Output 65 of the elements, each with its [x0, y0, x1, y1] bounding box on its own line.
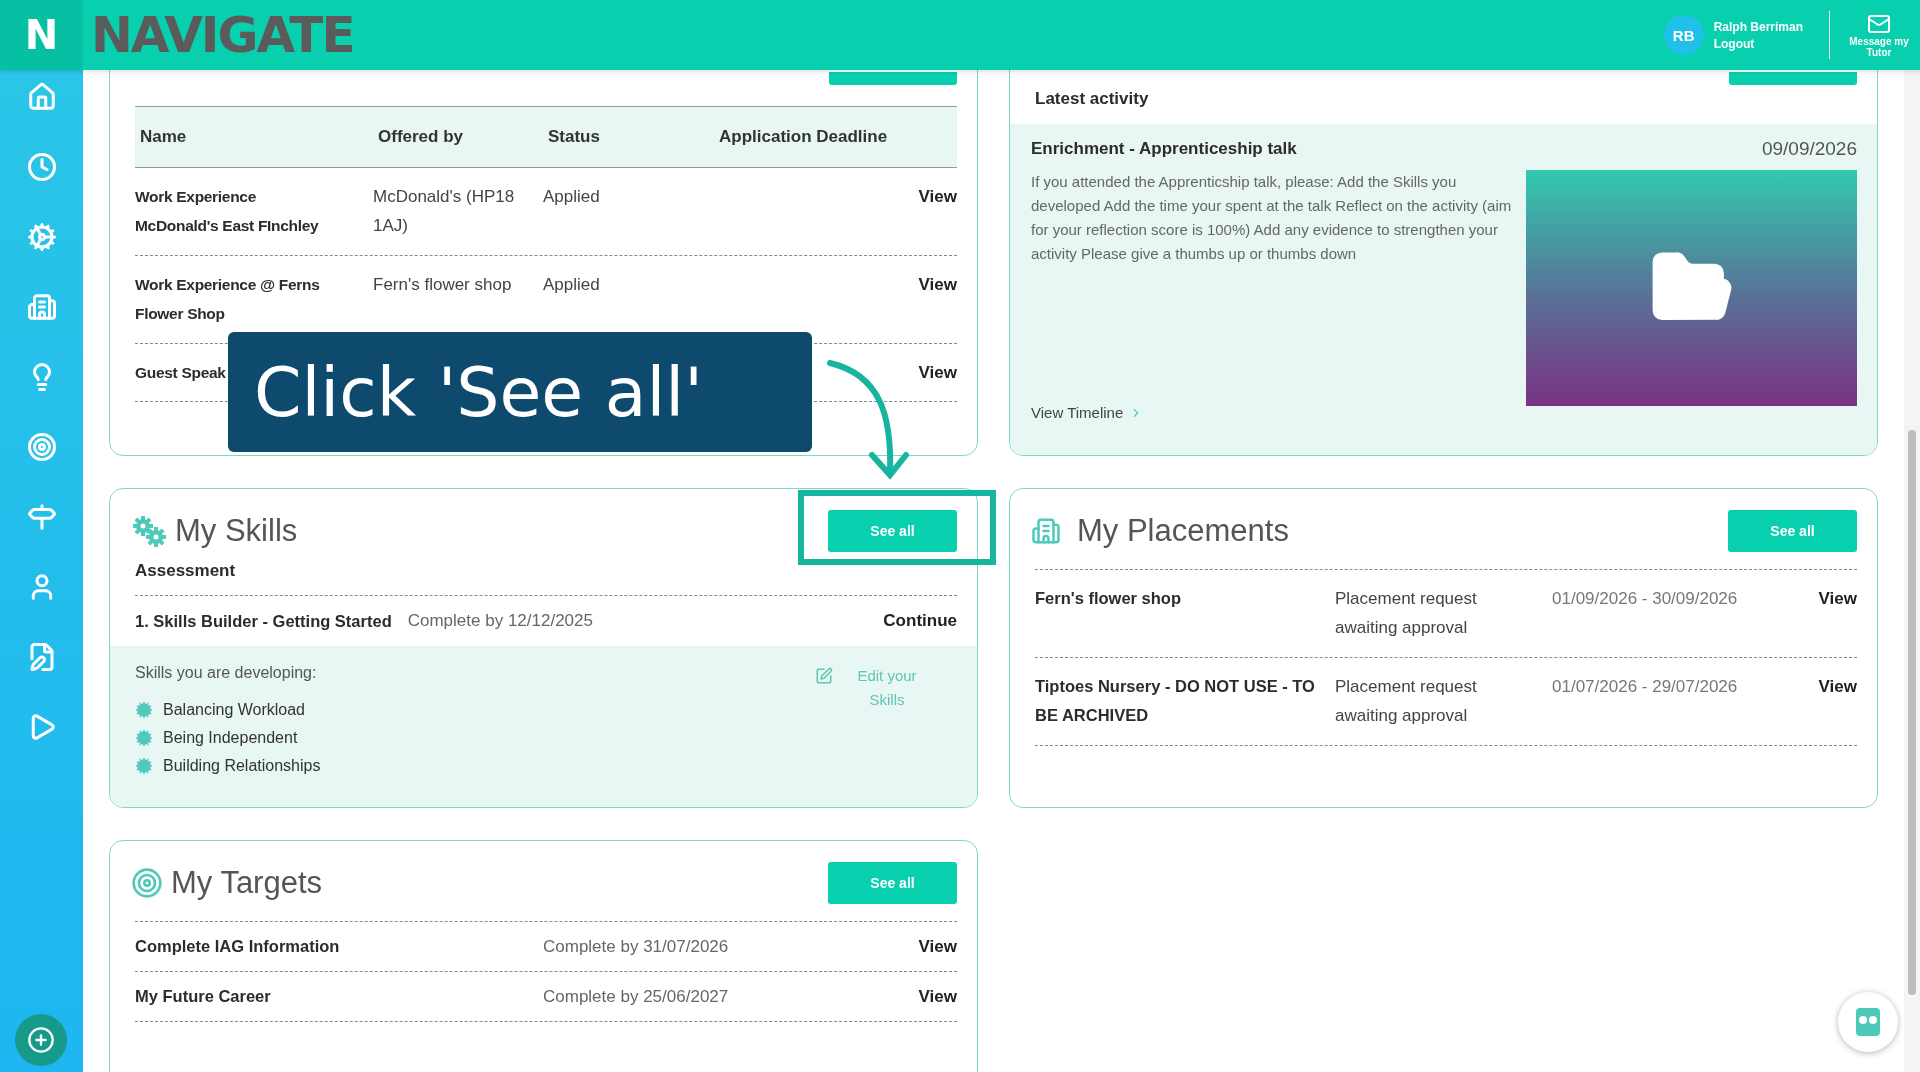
- target-icon: [26, 432, 57, 462]
- instruction-callout: Click 'See all': [228, 332, 812, 452]
- user-name: Ralph Berriman: [1713, 19, 1803, 34]
- column-header: Name: [140, 127, 188, 147]
- view-link[interactable]: View: [1818, 584, 1857, 613]
- activity-title: Enrichment - Apprenticeship talk: [1031, 139, 1297, 159]
- view-timeline-link[interactable]: View Timeline: [1031, 404, 1144, 421]
- add-button[interactable]: [15, 1014, 67, 1066]
- view-link[interactable]: View: [918, 982, 957, 1011]
- skill-name: Building Relationships: [163, 757, 321, 775]
- target-icon: [131, 867, 163, 899]
- activity-date: 09/09/2026: [1761, 138, 1857, 160]
- card-title: My Targets: [171, 865, 323, 901]
- view-link[interactable]: View: [1818, 672, 1857, 701]
- home-icon: [26, 82, 57, 112]
- view-link[interactable]: View: [918, 182, 957, 211]
- placement-name: Tiptoes Nursery - DO NOT USE - TO BE ARCHIVED: [1035, 676, 1316, 726]
- column-header: Application Deadline: [719, 127, 889, 147]
- gear-icon: [135, 729, 153, 747]
- column-header: Offered by: [378, 127, 465, 147]
- gear-icon: [135, 757, 153, 775]
- card-title: My Placements: [1077, 513, 1289, 549]
- section-label: Latest activity: [1035, 89, 1150, 109]
- view-link[interactable]: View: [918, 270, 957, 299]
- due-date: Complete by 31/07/2026: [543, 936, 730, 958]
- view-link[interactable]: View: [918, 932, 957, 961]
- gear-icon: [135, 701, 153, 719]
- chat-assistant-button[interactable]: [1838, 992, 1898, 1052]
- placement-dates: 01/07/2026 - 29/07/2026: [1552, 676, 1739, 698]
- view-link[interactable]: View: [918, 358, 957, 387]
- table-cell-text: Guest Speak: [135, 363, 227, 383]
- placement-name: Fern's flower shop: [1035, 588, 1183, 609]
- button-edge[interactable]: [829, 72, 957, 85]
- assessment-name: 1. Skills Builder - Getting Started: [135, 611, 392, 631]
- continue-link[interactable]: Continue: [883, 611, 957, 631]
- placement-status: Placement request awaiting approval: [1335, 588, 1478, 639]
- building-icon: [1031, 516, 1061, 546]
- target-name: My Future Career: [135, 986, 272, 1007]
- table-cell-text: Applied: [543, 274, 601, 296]
- placement-status: Placement request awaiting approval: [1335, 676, 1478, 727]
- activity-description: If you attended the Apprenticship talk, please: Add the Skills you developed Add the time your spent at the talk Reflect on the activity (aim for your reflection score is 100%) Add any evidence to strengthen your activity Please give a thumbs up or thumbs down: [1031, 172, 1512, 264]
- edit-icon: [815, 667, 833, 685]
- button-edge[interactable]: [1729, 72, 1857, 85]
- due-date: Complete by 25/06/2027: [543, 986, 730, 1008]
- brand-name: NAVIGATE: [91, 6, 354, 64]
- building-icon: [26, 292, 57, 322]
- section-label: Assessment: [135, 561, 237, 581]
- column-header: Status: [548, 127, 601, 147]
- table-cell-text: Work Experience @ Ferns Flower Shop: [135, 275, 321, 324]
- card-title: My Skills: [175, 513, 298, 549]
- skill-name: Being Independent: [163, 729, 298, 747]
- plus-icon: [27, 1026, 55, 1054]
- table-cell-text: Fern's flower shop: [373, 274, 513, 296]
- table-cell-text: Work Experience McDonald's East FInchley: [135, 187, 320, 236]
- due-date: Complete by 12/12/2025: [407, 611, 593, 631]
- target-name: Complete IAG Information: [135, 936, 341, 957]
- table-cell-text: McDonald's (HP18 1AJ): [373, 186, 516, 237]
- placement-dates: 01/09/2026 - 30/09/2026: [1552, 588, 1739, 610]
- signpost-icon: [26, 502, 57, 532]
- skills-label: Skills you are developing:: [135, 664, 318, 682]
- table-cell-text: Applied: [543, 186, 601, 208]
- clock-icon: [26, 152, 57, 182]
- scrollbar[interactable]: [1904, 70, 1920, 1072]
- skill-name: Balancing Workload: [163, 701, 305, 719]
- user-avatar: RB: [1663, 15, 1704, 55]
